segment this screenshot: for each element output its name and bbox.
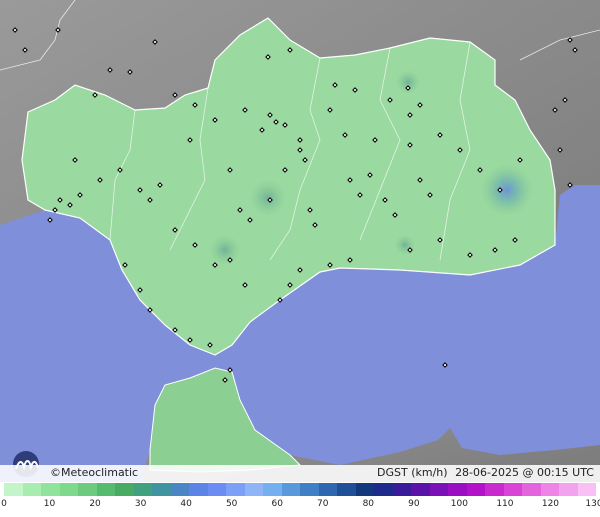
scale-tick-label: 80: [362, 499, 375, 509]
scale-swatch: [448, 483, 467, 496]
scale-swatch: [41, 483, 60, 496]
scale-swatch: [300, 483, 319, 496]
scale-swatch: [115, 483, 134, 496]
variable-label: DGST (km/h): [377, 466, 448, 479]
scale-swatch: [522, 483, 541, 496]
scale-swatch: [22, 483, 41, 496]
scale-swatch: [59, 483, 78, 496]
gust-hotspot-seville: [210, 235, 240, 265]
scale-swatch: [189, 483, 208, 496]
scale-swatch: [318, 483, 337, 496]
scale-swatch: [374, 483, 393, 496]
brand-name: ©Meteoclimatic: [50, 466, 139, 479]
scale-swatch: [540, 483, 559, 496]
gust-hotspot-jaen: [395, 235, 415, 255]
timestamp: 28-06-2025 @ 00:15 UTC: [455, 466, 594, 479]
scale-swatch: [355, 483, 374, 496]
scale-tick-label: 30: [134, 499, 147, 509]
color-scale-bar: [4, 483, 596, 496]
scale-swatch: [485, 483, 504, 496]
scale-swatch: [559, 483, 578, 496]
scale-tick-label: 0: [1, 499, 7, 509]
scale-swatch: [337, 483, 356, 496]
gust-hotspot-almeria: [481, 164, 533, 216]
scale-swatch: [207, 483, 226, 496]
scale-swatch: [226, 483, 245, 496]
scale-swatch: [503, 483, 522, 496]
map-canvas: [0, 0, 600, 482]
map-meta: DGST (km/h) 28-06-2025 @ 00:15 UTC: [373, 466, 594, 479]
scale-swatch: [263, 483, 282, 496]
scale-swatch: [78, 483, 97, 496]
color-scale-ticks: 0 10 20 30 40 50 60 70 80 90 100 110 120 130: [0, 499, 600, 513]
scale-tick-label: 110: [496, 499, 514, 509]
scale-tick-label: 120: [541, 499, 560, 509]
scale-swatch: [4, 483, 23, 496]
scale-swatch: [429, 483, 448, 496]
scale-tick-label: 90: [408, 499, 420, 509]
scale-swatch: [96, 483, 115, 496]
scale-swatch: [244, 483, 263, 496]
scale-tick-label: 50: [225, 499, 238, 509]
wind-gust-map: ©Meteoclimatic DGST (km/h) 28-06-2025 @ …: [0, 0, 600, 517]
scale-swatch: [466, 483, 485, 496]
scale-tick-label: 100: [450, 499, 468, 509]
scale-swatch: [411, 483, 430, 496]
gust-hotspot-cordoba: [250, 180, 286, 216]
scale-tick-label: 70: [317, 499, 329, 509]
scale-swatch: [170, 483, 189, 496]
scale-tick-label: 60: [271, 499, 283, 509]
scale-swatch: [281, 483, 300, 496]
scale-tick-label: 20: [89, 499, 101, 509]
scale-tick-label: 130: [585, 499, 600, 509]
scale-swatch: [577, 483, 596, 496]
color-scale: 0 10 20 30 40 50 60 70 80 90 100 110 120 130: [0, 482, 600, 517]
scale-swatch: [133, 483, 152, 496]
scale-swatch: [392, 483, 411, 496]
scale-tick-label: 10: [43, 499, 56, 509]
scale-tick-label: 40: [180, 499, 192, 509]
footer-bar: ©Meteoclimatic DGST (km/h) 28-06-2025 @ …: [0, 465, 600, 482]
scale-swatch: [152, 483, 171, 496]
